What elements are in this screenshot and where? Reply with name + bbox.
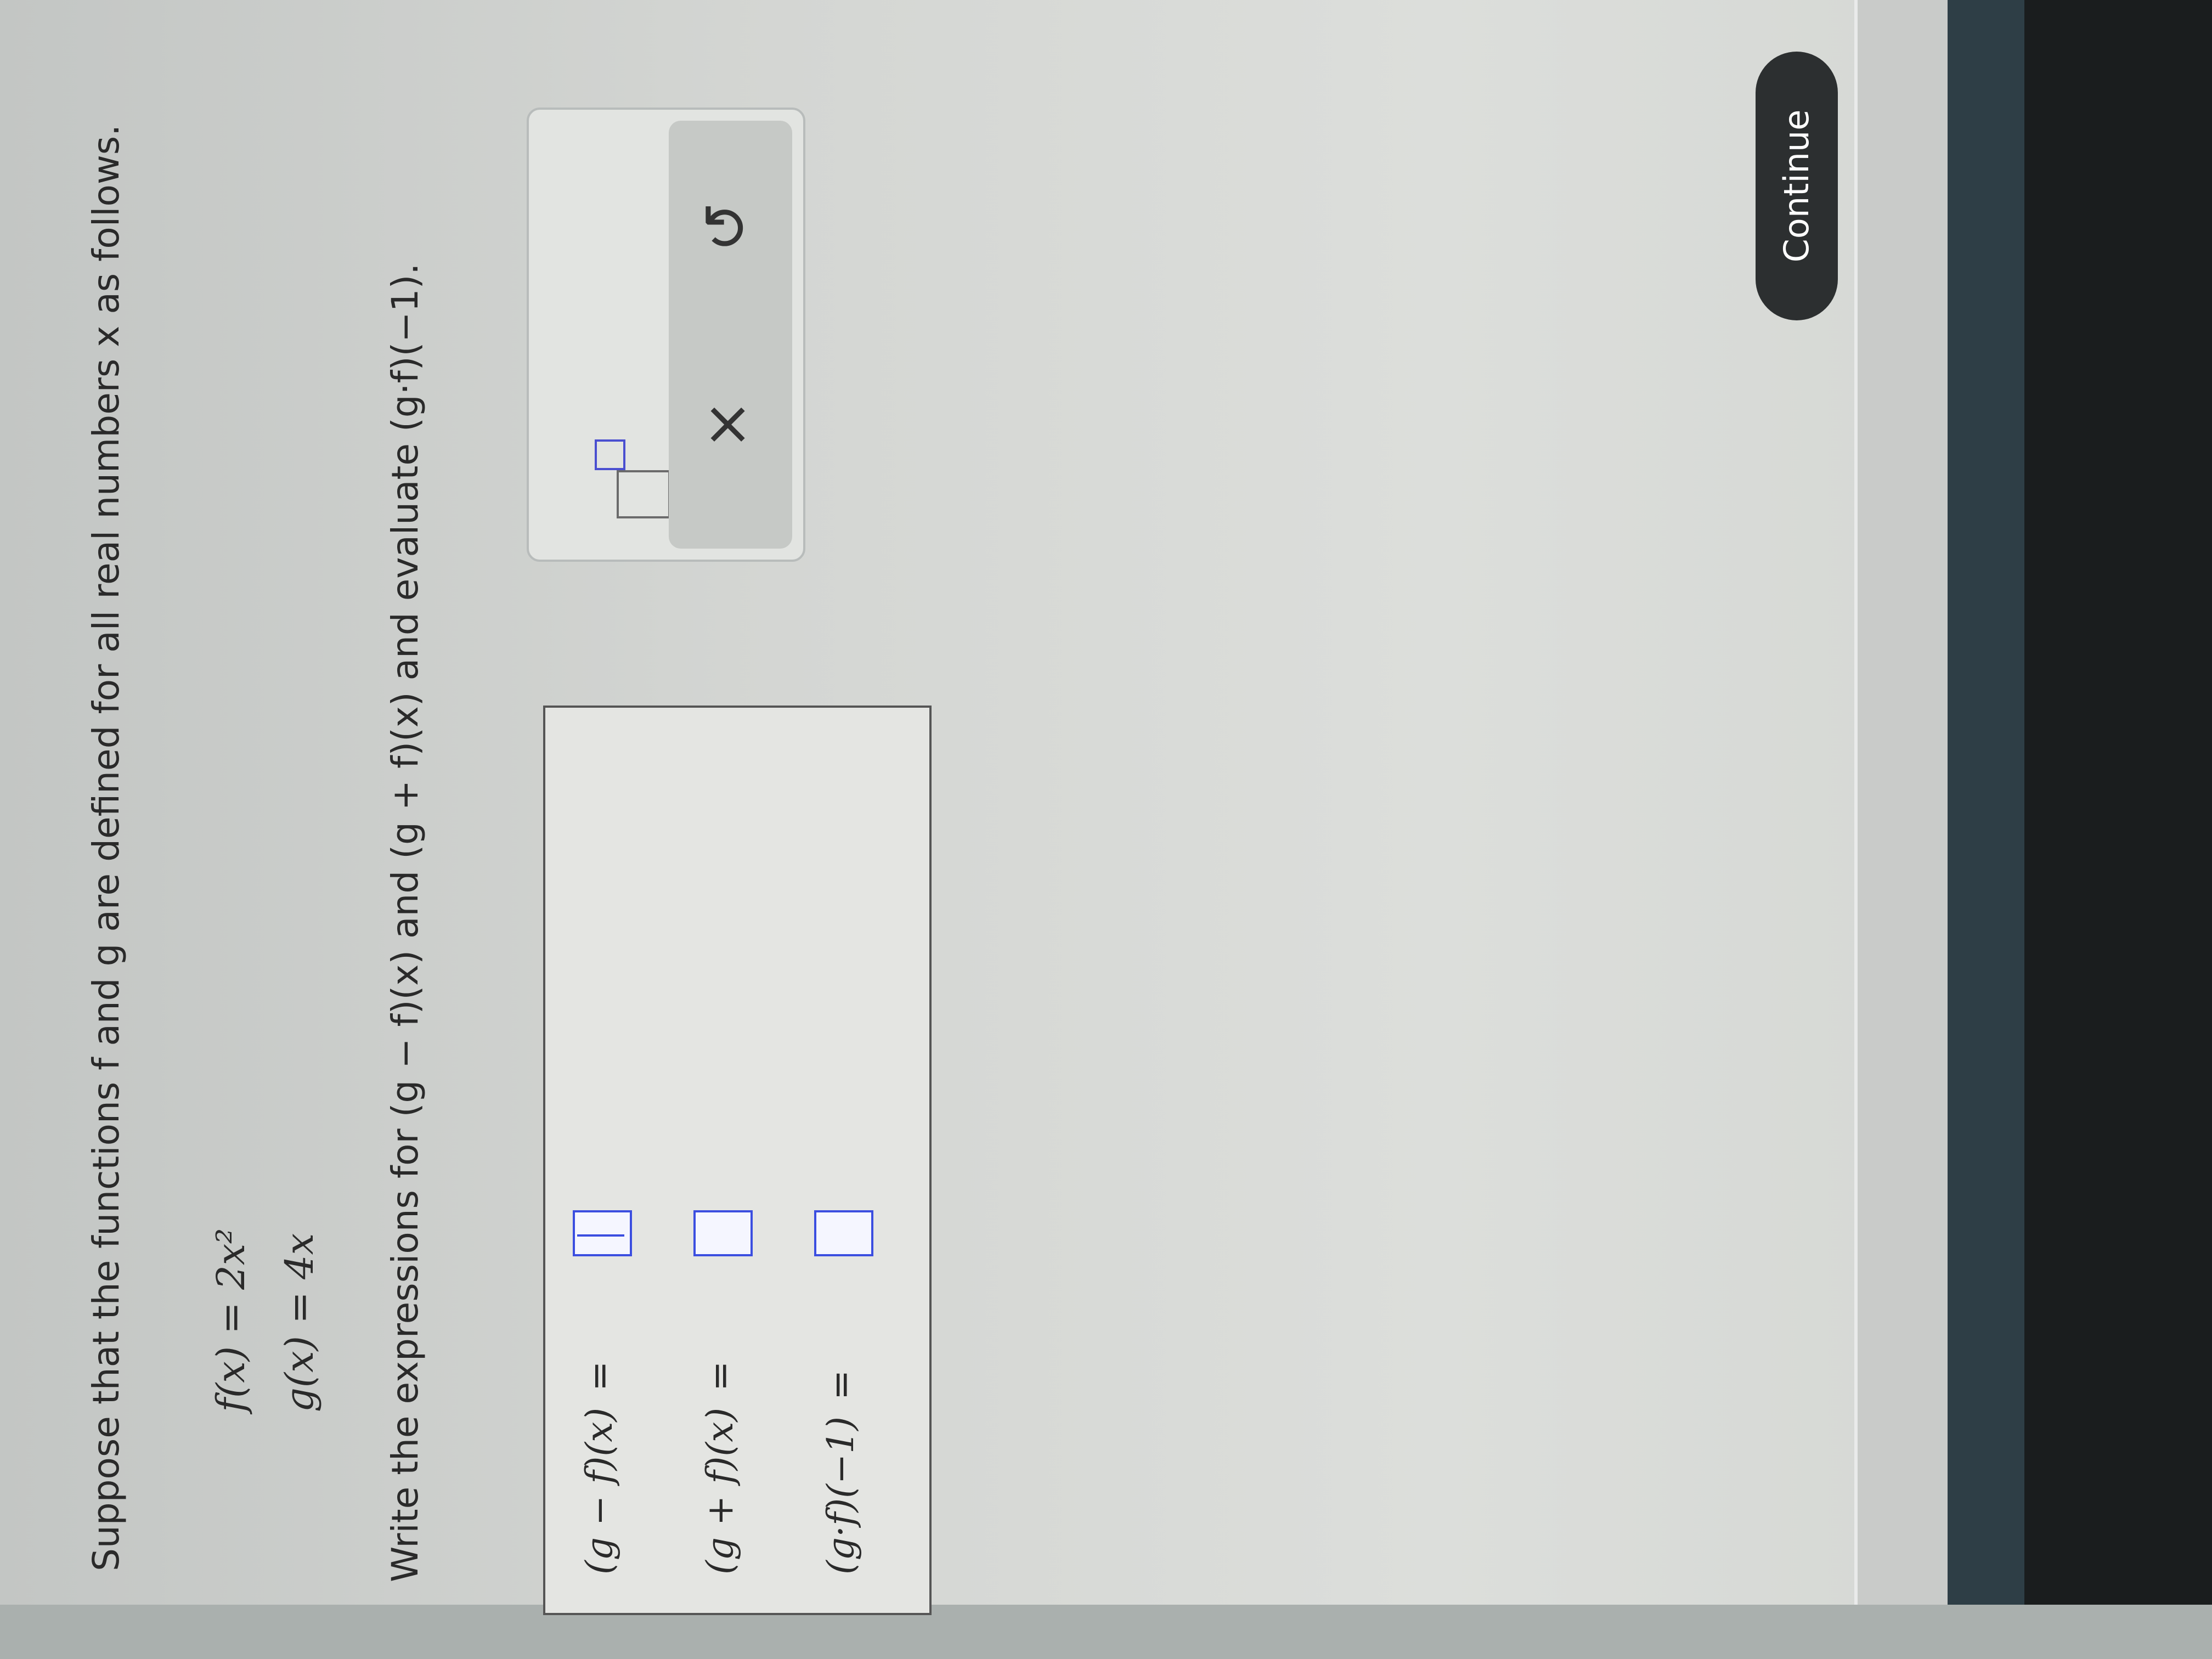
answer-label: (g + f)(x) <box>699 1407 741 1575</box>
answer-row-g-plus-f: (g + f)(x) = <box>699 1361 741 1575</box>
answer-box: (g − f)(x) = (g + f)(x) = (g·f)(−1) = <box>543 706 932 1615</box>
clear-button[interactable]: × <box>691 399 761 450</box>
superscript-template-icon[interactable] <box>589 439 672 518</box>
text-cursor <box>577 1234 624 1237</box>
answer-row-g-minus-f: (g − f)(x) = <box>578 1361 620 1575</box>
answer-label: (g − f)(x) <box>578 1407 620 1575</box>
exponent-box <box>595 439 625 470</box>
continue-button[interactable]: Continue <box>1756 52 1838 320</box>
question-instruction: Write the expressions for (g − f)(x) and… <box>384 263 426 1582</box>
question-page: Suppose that the functions f and g are d… <box>0 0 1854 1659</box>
math-toolbox: × ↺ <box>527 108 805 562</box>
question-intro: Suppose that the functions f and g are d… <box>85 124 127 1571</box>
f-definition: f(x) = 2x² <box>208 1228 253 1412</box>
equals-sign: = <box>699 1361 741 1391</box>
screen-edge <box>1948 0 2024 1605</box>
monitor-bezel <box>2024 0 2212 1659</box>
g-definition: g(x) = 4x <box>277 1233 322 1412</box>
answer-input-g-times-f[interactable] <box>814 1210 873 1256</box>
answer-label: (g·f)(−1) <box>820 1417 862 1575</box>
answer-row-g-times-f-neg1: (g·f)(−1) = <box>820 1370 862 1575</box>
equals-sign: = <box>578 1361 620 1391</box>
undo-button[interactable]: ↺ <box>691 202 761 252</box>
answer-input-g-plus-f[interactable] <box>693 1210 753 1256</box>
equals-sign: = <box>820 1369 862 1401</box>
base-box <box>617 470 670 518</box>
photo-scene: Suppose that the functions f and g are d… <box>0 0 2212 1659</box>
footer-bar <box>1854 0 1951 1605</box>
answer-input-g-minus-f[interactable] <box>573 1210 632 1256</box>
toolbox-actions: × ↺ <box>669 121 792 549</box>
